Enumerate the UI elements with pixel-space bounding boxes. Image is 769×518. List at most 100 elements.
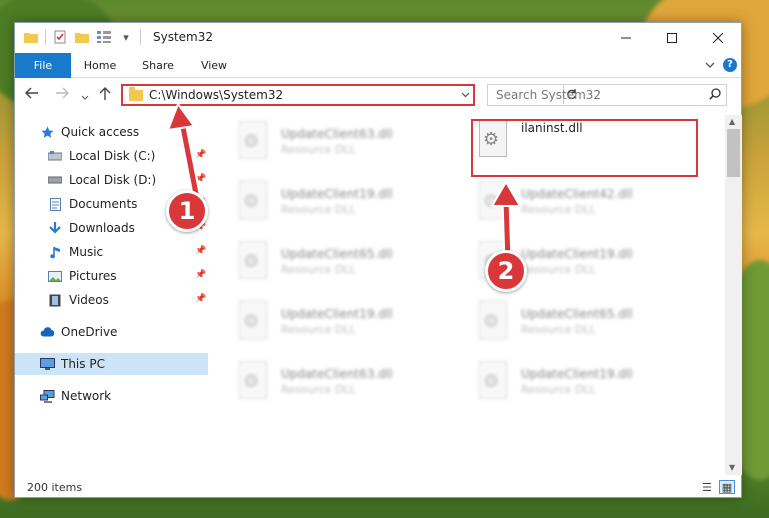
help-icon[interactable]: ?: [723, 58, 737, 72]
file-item[interactable]: ⚙ UpdateClient65.dll Resource DLL: [475, 301, 695, 351]
search-icon[interactable]: [704, 87, 726, 103]
recent-locations-chevron-icon[interactable]: [81, 89, 89, 105]
sidebar-item-downloads[interactable]: Downloads: [47, 217, 135, 239]
folder-icon[interactable]: [23, 29, 39, 45]
document-icon: [47, 197, 63, 211]
large-icons-view-icon[interactable]: ▦: [719, 480, 735, 494]
file-name: UpdateClient63.dll: [281, 127, 393, 141]
dll-file-icon: ⚙: [235, 361, 269, 401]
sidebar-item-this-pc[interactable]: This PC: [15, 353, 208, 375]
step-badge-2: 2: [485, 250, 527, 292]
file-item[interactable]: ⚙ UpdateClient65.dll Resource DLL: [235, 241, 455, 291]
scroll-up-arrow-icon[interactable]: ▲: [729, 117, 735, 126]
sidebar-item-local-disk-d[interactable]: Local Disk (D:): [47, 169, 156, 191]
navigation-bar: C:\Windows\System32 Search System32: [15, 79, 741, 111]
video-icon: [47, 293, 63, 307]
dll-file-icon: ⚙: [235, 301, 269, 341]
file-name: UpdateClient19.dll: [521, 367, 633, 381]
sidebar-item-documents[interactable]: Documents: [47, 193, 137, 215]
tab-file[interactable]: File: [15, 53, 71, 78]
file-item[interactable]: ⚙ UpdateClient19.dll Resource DLL: [235, 181, 455, 231]
sidebar-item-label: OneDrive: [61, 325, 118, 339]
file-item[interactable]: ⚙ UpdateClient63.dll Resource DLL: [235, 121, 455, 171]
file-item[interactable]: ⚙ UpdateClient19.dll Resource DLL: [475, 361, 695, 411]
sidebar-item-music[interactable]: Music: [47, 241, 103, 263]
file-name: UpdateClient65.dll: [281, 247, 393, 261]
drive-icon: [47, 173, 63, 187]
customize-toolbar-chevron-icon[interactable]: ▾: [118, 29, 134, 45]
file-name: UpdateClient65.dll: [521, 307, 633, 321]
sidebar-item-label: This PC: [61, 357, 105, 371]
search-box[interactable]: Search System32: [487, 84, 727, 106]
file-type: Resource DLL: [281, 143, 356, 156]
scroll-thumb[interactable]: [727, 129, 740, 177]
sidebar-item-local-disk-c[interactable]: Local Disk (C:): [47, 145, 155, 167]
star-icon: [39, 125, 55, 139]
sidebar-item-pictures[interactable]: Pictures: [47, 265, 117, 287]
step-badge-1: 1: [166, 190, 208, 232]
dll-file-icon: ⚙: [235, 121, 269, 161]
file-item[interactable]: ⚙ UpdateClient19.dll Resource DLL: [235, 301, 455, 351]
back-arrow-icon[interactable]: [25, 87, 39, 103]
file-item[interactable]: ⚙ UpdateClient63.dll Resource DLL: [235, 361, 455, 411]
window-controls: [603, 23, 741, 53]
tab-home[interactable]: Home: [77, 53, 123, 78]
picture-icon: [47, 269, 63, 283]
folder-icon: [129, 86, 143, 101]
tab-view[interactable]: View: [191, 53, 237, 78]
sidebar-item-videos[interactable]: Videos: [47, 289, 109, 311]
pin-icon[interactable]: 📌: [195, 294, 206, 304]
maximize-button[interactable]: [649, 23, 695, 53]
sidebar-item-onedrive[interactable]: OneDrive: [39, 321, 117, 343]
network-icon: [39, 389, 55, 403]
file-name: UpdateClient19.dll: [521, 247, 633, 261]
sidebar-item-label: Documents: [69, 197, 138, 211]
view-options-icon[interactable]: [96, 29, 112, 45]
file-name: UpdateClient63.dll: [281, 367, 393, 381]
up-arrow-icon[interactable]: [99, 87, 111, 105]
file-name: UpdateClient19.dll: [281, 187, 393, 201]
sidebar-item-label: Music: [69, 245, 104, 259]
ribbon-right-controls: ?: [705, 58, 737, 72]
file-type: Resource DLL: [281, 203, 356, 216]
file-name: UpdateClient42.dll: [521, 187, 633, 201]
dll-file-icon: ⚙: [475, 301, 509, 341]
computer-icon: [39, 357, 55, 371]
minimize-button[interactable]: [603, 23, 649, 53]
quick-access-toolbar: ▾: [23, 29, 141, 45]
address-dropdown-chevron-icon[interactable]: [457, 90, 473, 101]
expand-ribbon-chevron-icon[interactable]: [705, 60, 715, 71]
vertical-scrollbar[interactable]: ▲ ▼: [725, 115, 742, 475]
tab-share[interactable]: Share: [135, 53, 181, 78]
drive-icon: [47, 149, 63, 163]
sidebar-item-label: Local Disk (C:): [69, 149, 156, 163]
window-title: System32: [153, 30, 214, 44]
pin-icon[interactable]: 📌: [195, 270, 206, 280]
forward-arrow-icon[interactable]: [55, 87, 69, 103]
new-folder-icon[interactable]: [74, 29, 90, 45]
file-type: Resource DLL: [281, 323, 356, 336]
scroll-down-arrow-icon[interactable]: ▼: [729, 463, 735, 472]
separator: [45, 29, 46, 45]
sidebar-item-label: Downloads: [69, 221, 135, 235]
file-type: Resource DLL: [521, 203, 596, 216]
file-type: Resource DLL: [281, 263, 356, 276]
sidebar-item-label: Local Disk (D:): [69, 173, 157, 187]
title-bar: ▾ System32: [15, 23, 741, 53]
pin-icon[interactable]: 📌: [195, 246, 206, 256]
file-type: Resource DLL: [521, 263, 596, 276]
properties-icon[interactable]: [52, 29, 68, 45]
dll-file-icon: ⚙: [475, 361, 509, 401]
sidebar-item-label: Network: [61, 389, 112, 403]
close-button[interactable]: [695, 23, 741, 53]
details-view-icon[interactable]: ☰: [699, 480, 715, 494]
search-input[interactable]: Search System32: [496, 88, 704, 102]
view-toggle: ☰ ▦: [699, 480, 735, 494]
music-icon: [47, 245, 63, 259]
file-name: UpdateClient19.dll: [281, 307, 393, 321]
sidebar-item-quick-access[interactable]: Quick access: [39, 121, 139, 143]
sidebar-item-label: Quick access: [61, 125, 140, 139]
ribbon-tabs: File Home Share View ?: [15, 53, 741, 78]
sidebar-item-network[interactable]: Network: [39, 385, 111, 407]
file-type: Resource DLL: [521, 323, 596, 336]
